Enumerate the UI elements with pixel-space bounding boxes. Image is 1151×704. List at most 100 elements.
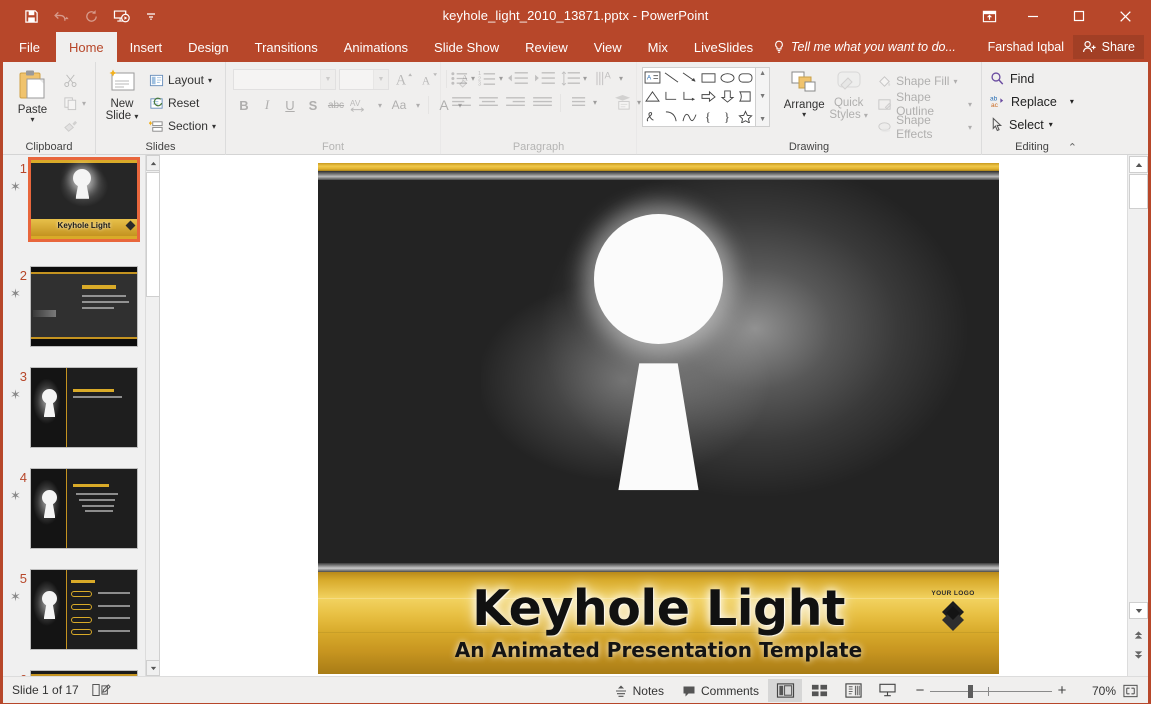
shape-right-brace-icon[interactable]: } xyxy=(718,107,737,126)
zoom-out-button[interactable]: − xyxy=(910,682,930,699)
strikethrough-button[interactable]: abc xyxy=(325,94,347,116)
accessibility-checker-icon[interactable] xyxy=(91,682,111,698)
shape-rectangle-icon[interactable] xyxy=(699,68,718,87)
minimize-icon[interactable] xyxy=(1010,0,1056,32)
decrease-indent-button[interactable] xyxy=(504,68,530,89)
shape-fill-button[interactable]: Shape Fill ▾ xyxy=(873,70,976,92)
shape-down-arrow-icon[interactable] xyxy=(718,87,737,106)
share-button[interactable]: Share xyxy=(1073,35,1144,59)
account-name[interactable]: Farshad Iqbal xyxy=(988,32,1064,62)
slide-title-text[interactable]: Keyhole Light xyxy=(318,580,999,637)
fit-slide-to-window-button[interactable] xyxy=(1116,679,1144,702)
change-case-caret-icon[interactable]: ▾ xyxy=(416,102,420,109)
numbering-caret-icon[interactable]: ▾ xyxy=(499,75,503,82)
shapes-gallery-scroll[interactable]: ▲ ▼ ▼ xyxy=(756,67,770,127)
shape-elbow-connector-icon[interactable] xyxy=(662,87,681,106)
shape-fill-caret-icon[interactable]: ▾ xyxy=(953,78,957,85)
cut-button[interactable] xyxy=(59,69,90,91)
text-direction-button[interactable]: A xyxy=(592,68,618,89)
font-name-box[interactable]: ▼ xyxy=(233,69,336,90)
increase-indent-button[interactable] xyxy=(531,68,557,89)
copy-dropdown-caret-icon[interactable]: ▾ xyxy=(82,100,86,107)
thumbnail-scrollbar-thumb[interactable] xyxy=(146,172,160,297)
gallery-up-icon[interactable]: ▲ xyxy=(759,70,766,78)
font-size-caret-icon[interactable]: ▼ xyxy=(373,70,388,89)
next-slide-button[interactable] xyxy=(1129,646,1148,663)
collapse-ribbon-button[interactable]: ⌃ xyxy=(1068,141,1077,154)
slide-subtitle-text[interactable]: An Animated Presentation Template xyxy=(318,638,999,662)
slide-show-button[interactable] xyxy=(870,679,904,702)
thumbnail-scroll-up-icon[interactable] xyxy=(146,155,160,171)
tab-animations[interactable]: Animations xyxy=(331,32,421,62)
shape-effects-caret-icon[interactable]: ▾ xyxy=(968,124,972,131)
font-size-box[interactable]: ▼ xyxy=(339,69,389,90)
thumbnail-scrollbar[interactable] xyxy=(145,155,159,676)
align-center-button[interactable] xyxy=(475,92,501,113)
reading-view-button[interactable] xyxy=(836,679,870,702)
tab-liveslides[interactable]: LiveSlides xyxy=(681,32,766,62)
tab-design[interactable]: Design xyxy=(175,32,241,62)
shape-scribble-icon[interactable] xyxy=(643,107,662,126)
shapes-gallery[interactable]: A { xyxy=(642,67,756,127)
select-caret-icon[interactable]: ▾ xyxy=(1049,121,1053,128)
previous-slide-button[interactable] xyxy=(1129,626,1148,643)
tab-review[interactable]: Review xyxy=(512,32,581,62)
align-left-button[interactable] xyxy=(448,92,474,113)
tab-home[interactable]: Home xyxy=(56,32,117,62)
zoom-percent-label[interactable]: 70% xyxy=(1078,684,1116,698)
justify-button[interactable] xyxy=(529,92,555,113)
format-painter-button[interactable] xyxy=(59,115,90,137)
close-icon[interactable] xyxy=(1102,0,1148,32)
section-button[interactable]: Section ▾ xyxy=(145,115,220,137)
slide-scroll-up-icon[interactable] xyxy=(1129,156,1148,173)
tab-slide-show[interactable]: Slide Show xyxy=(421,32,512,62)
line-spacing-button[interactable] xyxy=(558,68,582,89)
shape-effects-button[interactable]: Shape Effects ▾ xyxy=(873,116,976,138)
arrange-button[interactable]: Arrange ▾ xyxy=(780,67,828,138)
columns-button[interactable] xyxy=(566,92,592,113)
replace-caret-icon[interactable]: ▾ xyxy=(1070,98,1074,105)
thumbnail-image[interactable] xyxy=(30,266,138,347)
shape-right-arrow-icon[interactable] xyxy=(699,87,718,106)
shape-arrow-icon[interactable] xyxy=(680,68,699,87)
comments-button[interactable]: Comments xyxy=(673,679,768,702)
slide-editing-surface[interactable]: Keyhole Light An Animated Presentation T… xyxy=(318,163,999,674)
thumbnail-image[interactable]: Keyhole Light xyxy=(28,157,140,242)
text-shadow-button[interactable]: S xyxy=(302,94,324,116)
shape-outline-caret-icon[interactable]: ▾ xyxy=(968,101,972,108)
layout-button[interactable]: Layout ▾ xyxy=(145,69,220,91)
bullets-caret-icon[interactable]: ▾ xyxy=(471,75,475,82)
thumbnail-slide-1[interactable]: 1 ✶ Keyhole Light xyxy=(3,155,160,262)
thumbnail-slide-5[interactable]: 5 ✶ xyxy=(3,565,160,666)
thumbnail-slide-2[interactable]: 2 ✶ xyxy=(3,262,160,363)
ribbon-display-options-icon[interactable] xyxy=(968,0,1010,32)
thumbnail-scroll-down-icon[interactable] xyxy=(146,660,160,676)
find-button[interactable]: Find xyxy=(987,67,1034,90)
tab-insert[interactable]: Insert xyxy=(117,32,176,62)
zoom-track[interactable] xyxy=(930,685,1052,697)
tab-transitions[interactable]: Transitions xyxy=(242,32,331,62)
shape-line-icon[interactable] xyxy=(662,68,681,87)
new-slide-button[interactable]: NewSlide ▾ xyxy=(101,66,143,122)
font-name-caret-icon[interactable]: ▼ xyxy=(320,70,335,89)
convert-to-smartart-button[interactable] xyxy=(610,92,636,113)
quick-styles-button[interactable]: QuickStyles ▾ xyxy=(828,67,869,138)
tab-file[interactable]: File xyxy=(3,32,56,62)
change-case-button[interactable]: Aa xyxy=(386,94,412,116)
numbering-button[interactable]: 123 xyxy=(476,68,498,89)
shape-textbox-icon[interactable]: A xyxy=(643,68,662,87)
gallery-more-icon[interactable]: ▼ xyxy=(759,116,766,124)
shape-left-brace-icon[interactable]: { xyxy=(699,107,718,126)
tab-view[interactable]: View xyxy=(581,32,635,62)
slide-thumbnail-pane[interactable]: 1 ✶ Keyhole Light xyxy=(3,155,160,676)
gallery-down-icon[interactable]: ▼ xyxy=(759,93,766,101)
maximize-icon[interactable] xyxy=(1056,0,1102,32)
thumbnail-slide-3[interactable]: 3 ✶ xyxy=(3,363,160,464)
thumbnail-image[interactable] xyxy=(30,468,138,549)
tell-me-search[interactable]: Tell me what you want to do... xyxy=(773,32,956,62)
italic-button[interactable]: I xyxy=(256,94,278,116)
layout-caret-icon[interactable]: ▾ xyxy=(208,77,212,84)
columns-caret-icon[interactable]: ▾ xyxy=(593,99,597,106)
shape-triangle-icon[interactable] xyxy=(643,87,662,106)
decrease-font-size-button[interactable]: A xyxy=(417,68,439,90)
